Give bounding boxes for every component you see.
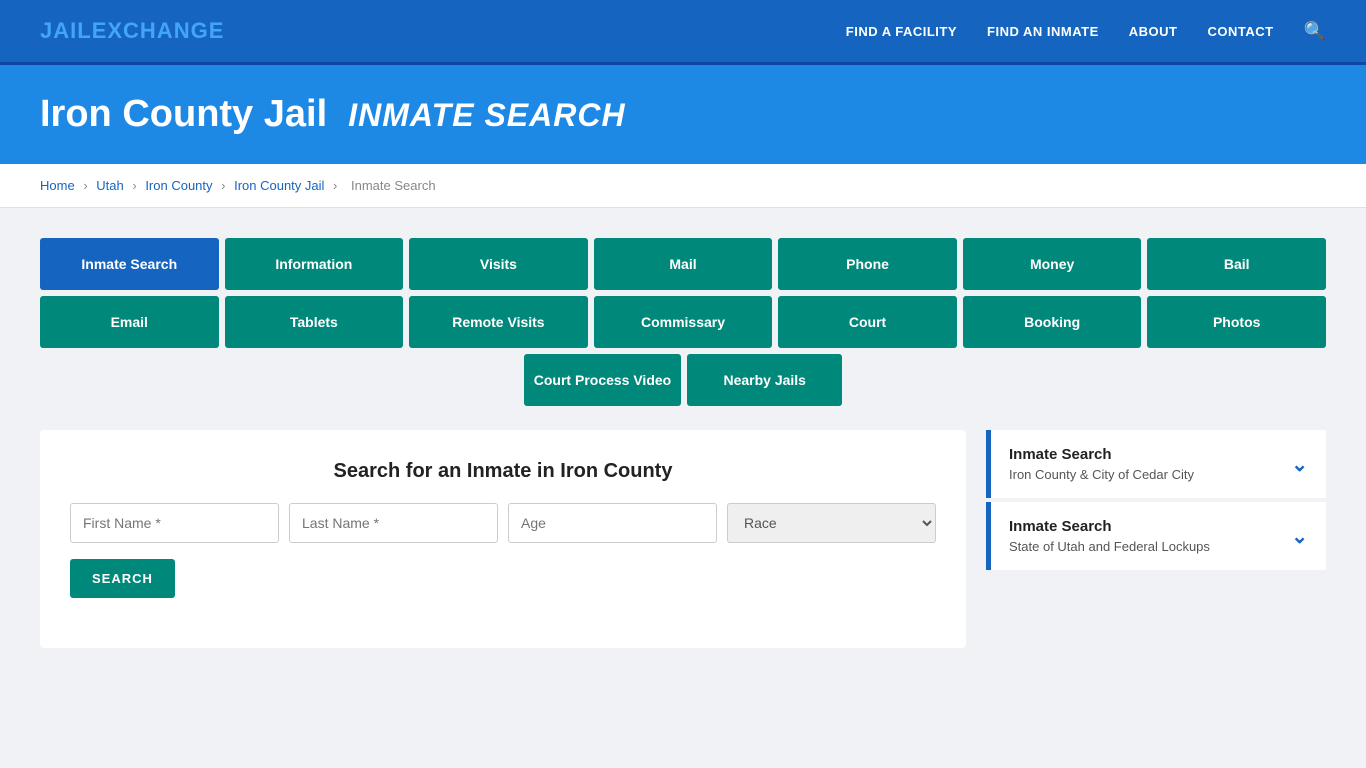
sidebar-inmate-search-iron[interactable]: Inmate Search Iron County & City of Ceda… — [986, 430, 1326, 498]
breadcrumb-sep-3: › — [221, 178, 229, 193]
breadcrumb: Home › Utah › Iron County › Iron County … — [0, 164, 1366, 208]
content-area: Search for an Inmate in Iron County Race… — [40, 430, 1326, 648]
hero-title-main: Iron County Jail — [40, 93, 327, 135]
tab-phone[interactable]: Phone — [778, 238, 957, 290]
tab-commissary[interactable]: Commissary — [594, 296, 773, 348]
chevron-down-icon: ⌄ — [1291, 452, 1308, 477]
search-panel: Search for an Inmate in Iron County Race… — [40, 430, 966, 648]
tab-remote-visits[interactable]: Remote Visits — [409, 296, 588, 348]
tab-row-3: Court Process VideoNearby Jails — [40, 354, 1326, 406]
logo[interactable]: JAILEXCHANGE — [40, 18, 224, 44]
tab-tablets[interactable]: Tablets — [225, 296, 404, 348]
search-fields: Race White Black Hispanic Asian Other — [70, 503, 936, 543]
breadcrumb-iron-county[interactable]: Iron County — [145, 178, 212, 193]
page-title: Iron County Jail INMATE SEARCH — [40, 93, 1326, 136]
tab-visits[interactable]: Visits — [409, 238, 588, 290]
breadcrumb-sep-1: › — [83, 178, 91, 193]
breadcrumb-inmate-search: Inmate Search — [351, 178, 436, 193]
nav-contact[interactable]: CONTACT — [1207, 24, 1273, 39]
sidebar-card-title: Inmate Search — [1009, 518, 1210, 535]
breadcrumb-iron-county-jail[interactable]: Iron County Jail — [234, 178, 324, 193]
tab-row-2: EmailTabletsRemote VisitsCommissaryCourt… — [40, 296, 1326, 348]
age-input[interactable] — [508, 503, 717, 543]
tab-photos[interactable]: Photos — [1147, 296, 1326, 348]
tab-row-1: Inmate SearchInformationVisitsMailPhoneM… — [40, 238, 1326, 290]
tab-mail[interactable]: Mail — [594, 238, 773, 290]
breadcrumb-utah[interactable]: Utah — [96, 178, 123, 193]
tab-money[interactable]: Money — [963, 238, 1142, 290]
tab-inmate-search[interactable]: Inmate Search — [40, 238, 219, 290]
tab-booking[interactable]: Booking — [963, 296, 1142, 348]
search-button[interactable]: SEARCH — [70, 559, 175, 598]
tab-nearby-jails[interactable]: Nearby Jails — [687, 354, 842, 406]
main-content: Inmate SearchInformationVisitsMailPhoneM… — [0, 208, 1366, 678]
tab-information[interactable]: Information — [225, 238, 404, 290]
sidebar-card-subtitle: State of Utah and Federal Lockups — [1009, 539, 1210, 554]
tab-court[interactable]: Court — [778, 296, 957, 348]
tab-bail[interactable]: Bail — [1147, 238, 1326, 290]
first-name-input[interactable] — [70, 503, 279, 543]
last-name-input[interactable] — [289, 503, 498, 543]
sidebar-inmate-search-utah[interactable]: Inmate Search State of Utah and Federal … — [986, 502, 1326, 570]
nav-find-a-facility[interactable]: FIND A FACILITY — [846, 24, 957, 39]
nav-links: FIND A FACILITY FIND AN INMATE ABOUT CON… — [846, 21, 1326, 42]
nav-find-an-inmate[interactable]: FIND AN INMATE — [987, 24, 1099, 39]
sidebar: Inmate Search Iron County & City of Ceda… — [986, 430, 1326, 648]
logo-jail: JAIL — [40, 18, 92, 43]
search-icon[interactable]: 🔍 — [1304, 21, 1326, 42]
search-title: Search for an Inmate in Iron County — [70, 460, 936, 483]
hero-banner: Iron County Jail INMATE SEARCH — [0, 65, 1366, 164]
sidebar-card-content: Inmate Search Iron County & City of Ceda… — [1009, 446, 1194, 482]
breadcrumb-sep-2: › — [132, 178, 140, 193]
race-select[interactable]: Race White Black Hispanic Asian Other — [727, 503, 936, 543]
hero-title-sub: INMATE SEARCH — [348, 97, 625, 133]
nav-about[interactable]: ABOUT — [1129, 24, 1178, 39]
logo-exchange: EXCHANGE — [92, 18, 225, 43]
sidebar-card-title: Inmate Search — [1009, 446, 1194, 463]
tab-court-process-video[interactable]: Court Process Video — [524, 354, 681, 406]
chevron-down-icon: ⌄ — [1291, 524, 1308, 549]
navbar: JAILEXCHANGE FIND A FACILITY FIND AN INM… — [0, 0, 1366, 65]
breadcrumb-home[interactable]: Home — [40, 178, 75, 193]
sidebar-card-content: Inmate Search State of Utah and Federal … — [1009, 518, 1210, 554]
tab-email[interactable]: Email — [40, 296, 219, 348]
breadcrumb-sep-4: › — [333, 178, 341, 193]
sidebar-card-subtitle: Iron County & City of Cedar City — [1009, 467, 1194, 482]
